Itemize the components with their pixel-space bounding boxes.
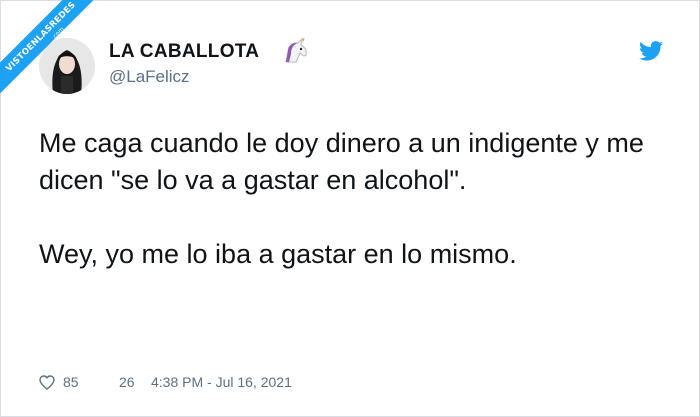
twitter-bird-icon[interactable]	[639, 41, 663, 61]
tweet-paragraph: Wey, yo me lo iba a gastar en lo mismo.	[39, 239, 517, 269]
timestamp[interactable]: 4:38 PM - Jul 16, 2021	[151, 374, 292, 390]
tweet-card: LA CABALLOTA @LaFelicz Me caga cuando le…	[0, 0, 700, 417]
display-name[interactable]: LA CABALLOTA	[109, 41, 259, 63]
tweet-paragraph: Me caga cuando le doy dinero a un indige…	[39, 128, 644, 195]
tweet-text: Me caga cuando le doy dinero a un indige…	[39, 125, 679, 273]
unicorn-icon	[285, 38, 307, 63]
user-handle[interactable]: @LaFelicz	[109, 67, 190, 87]
heart-icon[interactable]	[39, 375, 55, 390]
retweet-count[interactable]: 26	[119, 374, 135, 390]
avatar[interactable]	[39, 38, 95, 94]
like-count[interactable]: 85	[63, 374, 79, 390]
